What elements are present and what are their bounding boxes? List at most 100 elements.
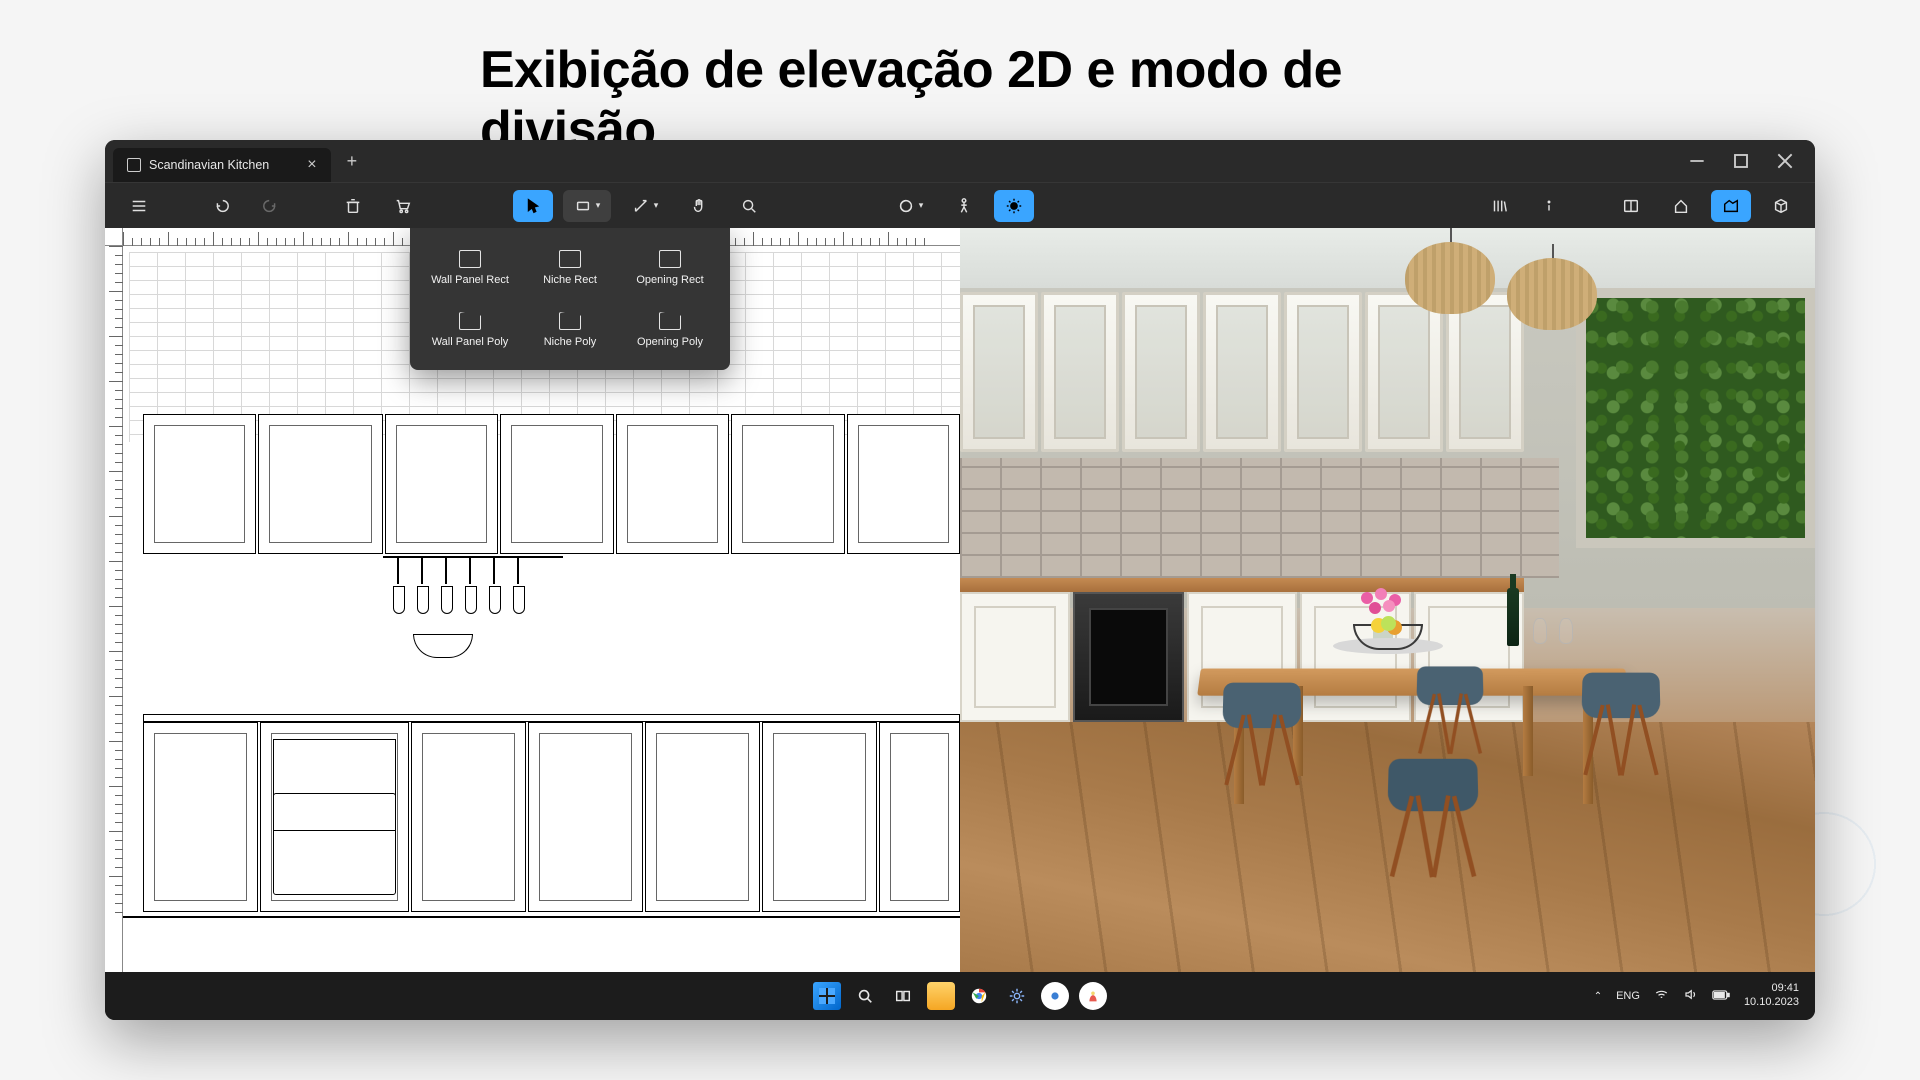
wall-panel-poly-icon: [459, 312, 481, 330]
dropdown-item-opening-poly[interactable]: Opening Poly: [624, 306, 716, 354]
system-tray: ⌃ ENG 09:41 10.10.2023: [1594, 982, 1799, 1010]
upper-cabinets: [143, 414, 960, 554]
content-split: /* ticks rendered below */: [105, 228, 1815, 972]
minimize-icon[interactable]: [1689, 153, 1705, 169]
dropdown-item-wall-panel-poly[interactable]: Wall Panel Poly: [424, 306, 516, 354]
new-tab-button[interactable]: +: [347, 151, 358, 172]
chair-3d: [1217, 648, 1307, 768]
cabinet[interactable]: [411, 722, 526, 912]
pendant-light-3d: [1507, 254, 1597, 334]
dropdown-label: Niche Rect: [543, 274, 597, 286]
main-toolbar: ▾ ▾ ▾: [105, 182, 1815, 228]
cabinet[interactable]: [762, 722, 877, 912]
dropdown-label: Wall Panel Rect: [431, 274, 509, 286]
livehome-app-icon[interactable]: [1079, 982, 1107, 1010]
wall-panel-rect-icon: [459, 250, 481, 268]
time-text: 09:41: [1744, 982, 1799, 996]
ruler-vertical[interactable]: [105, 246, 123, 972]
3d-view-button[interactable]: [1761, 190, 1801, 222]
close-icon[interactable]: [1777, 153, 1793, 169]
elevation-2d-pane[interactable]: /* ticks rendered below */: [105, 228, 960, 972]
titlebar: Scandinavian Kitchen × +: [105, 140, 1815, 182]
library-button[interactable]: [1479, 190, 1519, 222]
cabinet[interactable]: [731, 414, 844, 554]
pan-tool[interactable]: [679, 190, 719, 222]
chrome-icon[interactable]: [965, 982, 993, 1010]
cabinet[interactable]: [500, 414, 613, 554]
close-tab-icon[interactable]: ×: [307, 157, 316, 173]
document-icon: [127, 158, 141, 172]
niche-poly-icon: [559, 312, 581, 330]
dropdown-label: Opening Rect: [636, 274, 703, 286]
oven[interactable]: [260, 722, 409, 912]
opening-poly-icon: [659, 312, 681, 330]
app-window: Scandinavian Kitchen × + ▾ ▾ ▾: [105, 140, 1815, 1020]
measure-tool[interactable]: ▾: [621, 190, 669, 222]
zoom-tool[interactable]: [729, 190, 769, 222]
menu-button[interactable]: [119, 190, 159, 222]
home-view-button[interactable]: [1661, 190, 1701, 222]
split-view-button[interactable]: [1611, 190, 1651, 222]
document-tab[interactable]: Scandinavian Kitchen ×: [113, 148, 331, 182]
clock[interactable]: 09:41 10.10.2023: [1744, 982, 1799, 1010]
delete-button[interactable]: [333, 190, 373, 222]
dropdown-item-opening-rect[interactable]: Opening Rect: [624, 244, 716, 292]
oven-3d: [1073, 592, 1183, 722]
wall-tool-dropdown[interactable]: ▾: [563, 190, 611, 222]
ceiling-3d: [960, 228, 1815, 288]
floor-line: [123, 916, 960, 918]
info-button[interactable]: [1529, 190, 1569, 222]
dropdown-label: Opening Poly: [637, 336, 703, 348]
tray-overflow-icon[interactable]: ⌃: [1594, 991, 1602, 1002]
start-button[interactable]: [813, 982, 841, 1010]
cabinet[interactable]: [258, 414, 383, 554]
walk-button[interactable]: [944, 190, 984, 222]
dropdown-item-wall-panel-rect[interactable]: Wall Panel Rect: [424, 244, 516, 292]
search-icon[interactable]: [851, 982, 879, 1010]
volume-icon[interactable]: [1683, 987, 1698, 1005]
windows-taskbar: ⌃ ENG 09:41 10.10.2023: [105, 972, 1815, 1020]
cursor-tool[interactable]: [513, 190, 553, 222]
cabinet[interactable]: [616, 414, 729, 554]
render-3d-pane[interactable]: [960, 228, 1815, 972]
scene-3d: [960, 228, 1815, 972]
cart-button[interactable]: [383, 190, 423, 222]
wall-tool-dropdown-panel: Wall Panel Rect Niche Rect Opening Rect …: [410, 228, 730, 370]
language-indicator[interactable]: ENG: [1616, 990, 1640, 1002]
cabinet[interactable]: [847, 414, 960, 554]
bowl[interactable]: [413, 634, 473, 658]
view-controls-center: ▾: [886, 190, 1034, 222]
taskbar-center: [813, 982, 1107, 1010]
elevation-view-button[interactable]: [1711, 190, 1751, 222]
task-view-icon[interactable]: [889, 982, 917, 1010]
tab-title: Scandinavian Kitchen: [149, 158, 269, 172]
brick-backsplash-3d: [960, 458, 1559, 578]
undo-button[interactable]: [201, 190, 241, 222]
cabinet[interactable]: [528, 722, 643, 912]
counter-3d: [960, 578, 1524, 592]
counter-top[interactable]: [143, 714, 960, 722]
app-icon[interactable]: [1041, 982, 1069, 1010]
living-wall-3d: [1576, 288, 1815, 548]
cabinet[interactable]: [879, 722, 960, 912]
materials-button[interactable]: ▾: [886, 190, 934, 222]
dropdown-item-niche-poly[interactable]: Niche Poly: [524, 306, 616, 354]
settings-icon[interactable]: [1003, 982, 1031, 1010]
file-explorer-icon[interactable]: [927, 982, 955, 1010]
maximize-icon[interactable]: [1733, 153, 1749, 169]
date-text: 10.10.2023: [1744, 996, 1799, 1010]
cabinet[interactable]: [143, 414, 256, 554]
cabinet[interactable]: [385, 414, 498, 554]
battery-icon[interactable]: [1712, 989, 1730, 1004]
redo-button[interactable]: [251, 190, 291, 222]
lighting-button[interactable]: [994, 190, 1034, 222]
lower-cabinets: [143, 722, 960, 912]
wifi-icon[interactable]: [1654, 987, 1669, 1005]
dropdown-item-niche-rect[interactable]: Niche Rect: [524, 244, 616, 292]
chair-3d: [1381, 719, 1485, 857]
niche-rect-icon: [559, 250, 581, 268]
cabinet[interactable]: [143, 722, 258, 912]
utensils: [383, 556, 563, 636]
cabinet[interactable]: [645, 722, 760, 912]
chair-3d: [1576, 638, 1666, 758]
